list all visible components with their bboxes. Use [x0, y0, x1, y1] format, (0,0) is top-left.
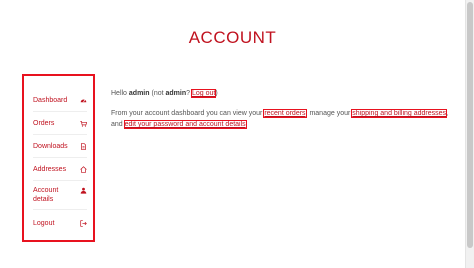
cart-icon	[79, 120, 87, 128]
home-icon	[79, 166, 87, 174]
divider	[33, 180, 87, 181]
vertical-scrollbar[interactable]	[465, 0, 474, 268]
sidebar-item-addresses[interactable]: Addresses	[33, 165, 87, 174]
recent-orders-link[interactable]: recent orders	[263, 109, 307, 118]
sidebar-item-label: Addresses	[33, 166, 67, 173]
divider	[33, 111, 87, 112]
scrollbar-thumb[interactable]	[467, 2, 473, 248]
divider	[33, 209, 87, 210]
file-icon	[79, 143, 87, 151]
dashboard-description: From your account dashboard you can view…	[111, 109, 449, 129]
sidebar-item-orders[interactable]: Orders	[33, 119, 87, 128]
sidebar-item-label: Dashboard	[33, 97, 68, 104]
user-icon	[79, 186, 87, 194]
page-title: ACCOUNT	[188, 28, 277, 47]
sidebar-item-logout[interactable]: Logout	[33, 219, 87, 228]
logout-icon	[79, 220, 87, 228]
addresses-link[interactable]: shipping and billing addresses	[351, 109, 448, 118]
logout-link[interactable]: Log out	[190, 89, 217, 98]
sidebar-item-label: Downloads	[33, 143, 68, 150]
divider	[33, 134, 87, 135]
divider	[33, 157, 87, 158]
sidebar-item-dashboard[interactable]: Dashboard	[33, 96, 87, 105]
sidebar-item-downloads[interactable]: Downloads	[33, 142, 87, 151]
account-details-link[interactable]: edit your password and account details	[123, 120, 247, 129]
sidebar-item-account-details[interactable]: Account details	[33, 186, 87, 204]
sidebar-item-label: Logout	[33, 220, 55, 227]
username: admin	[128, 90, 150, 97]
greeting-text: Hello admin (not admin? Log out)	[111, 89, 218, 98]
account-navigation: Dashboard Orders Downloads Addresses Acc…	[22, 74, 95, 242]
sidebar-item-label: Orders	[33, 120, 55, 127]
username: admin	[165, 90, 187, 97]
sidebar-item-label: Account details	[33, 187, 59, 203]
gauge-icon	[79, 97, 87, 105]
